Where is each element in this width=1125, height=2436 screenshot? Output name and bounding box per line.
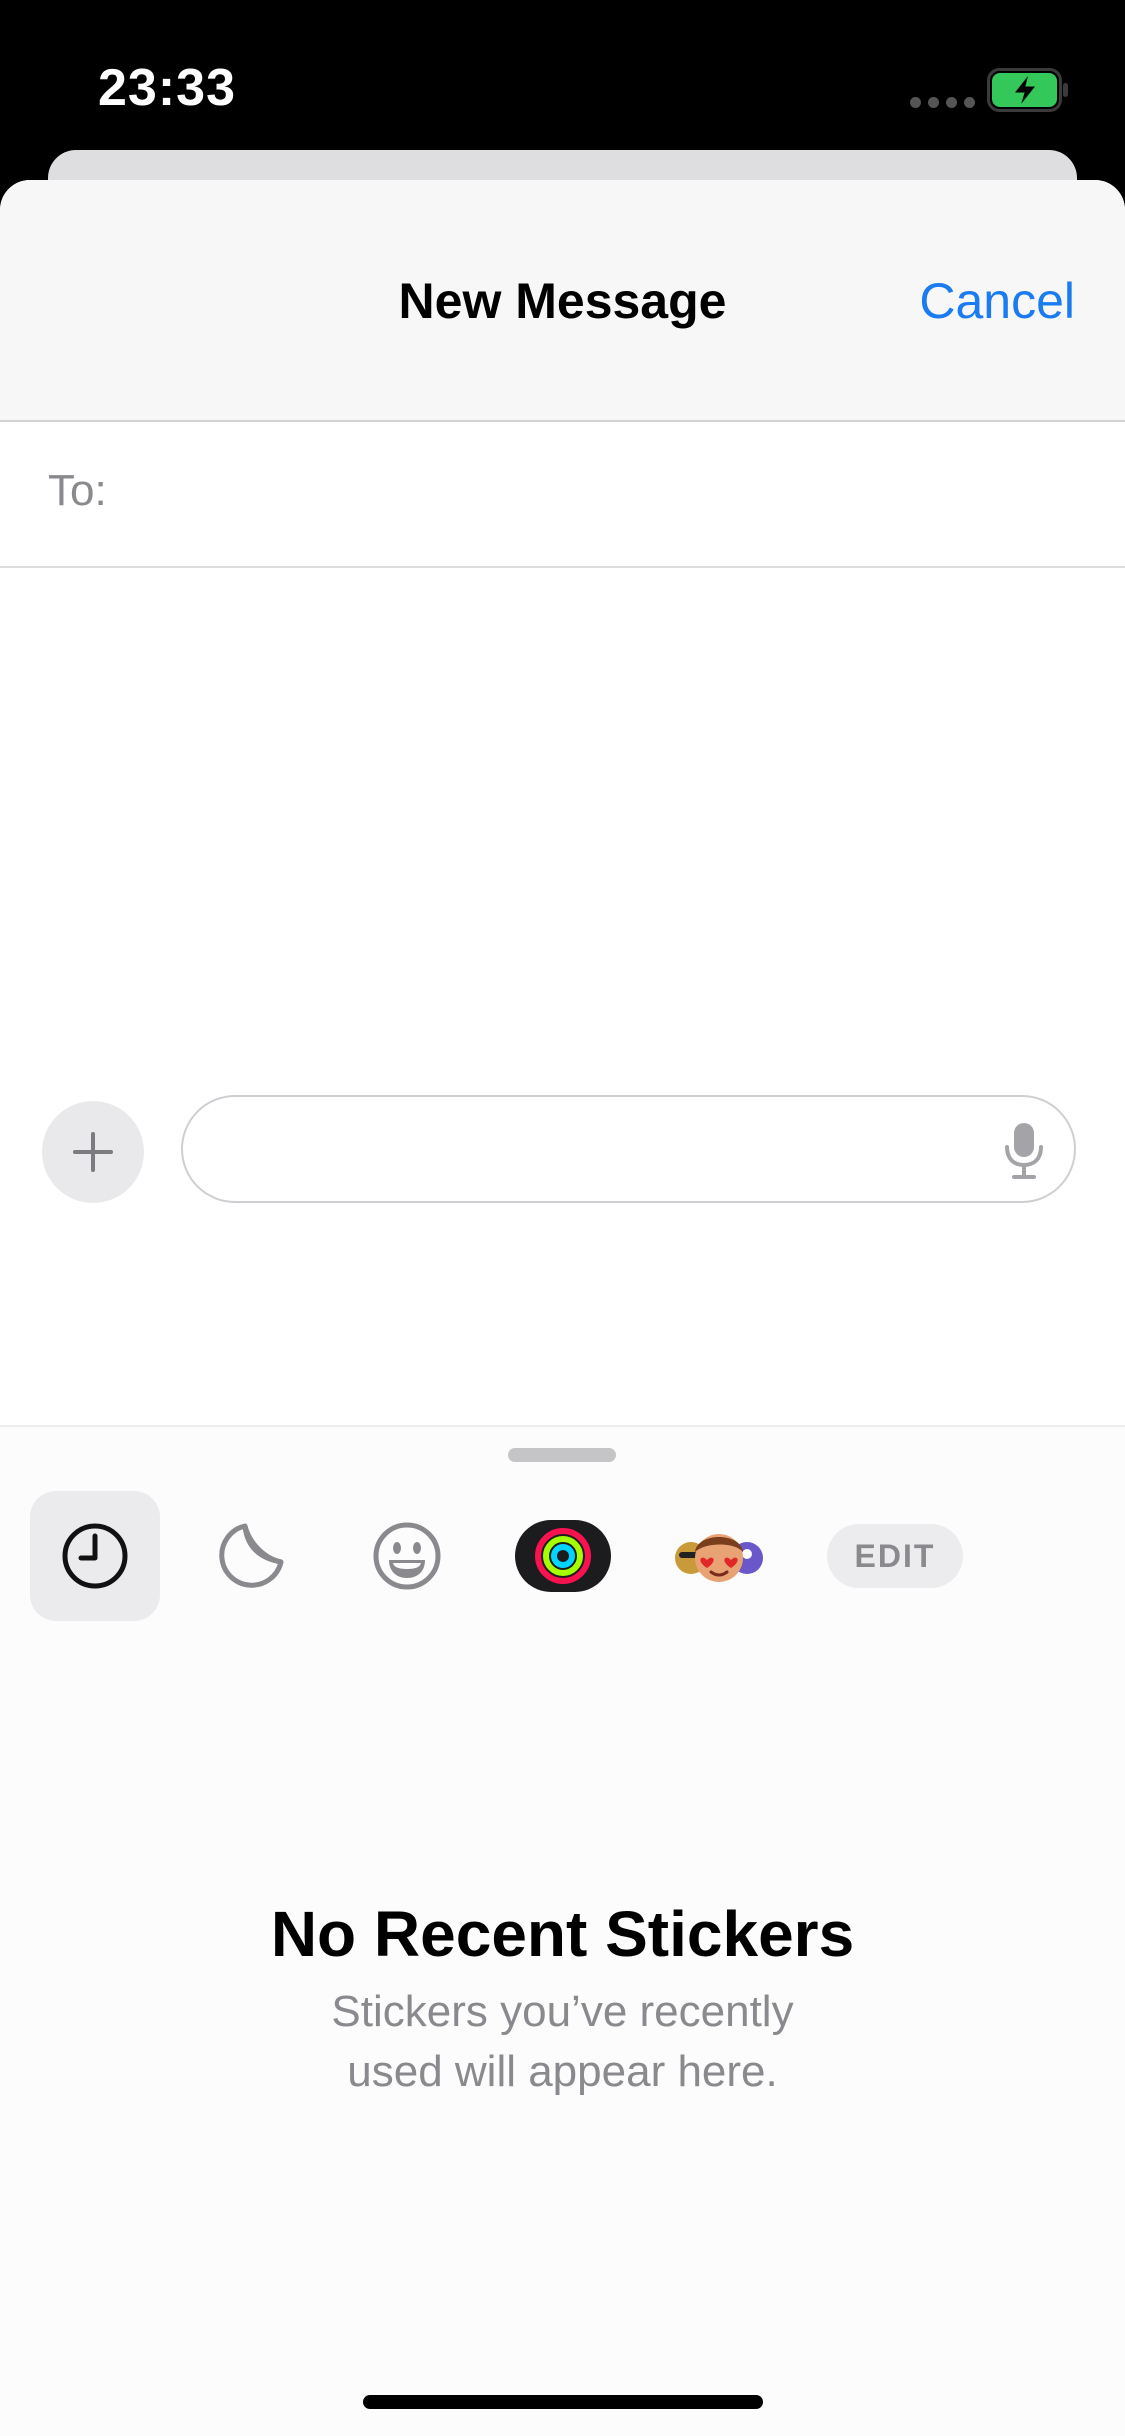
sticker-icon xyxy=(219,1523,284,1588)
tab-stickers[interactable] xyxy=(186,1491,316,1621)
tab-recent[interactable] xyxy=(30,1491,160,1621)
cancel-button[interactable]: Cancel xyxy=(919,272,1075,330)
status-time: 23:33 xyxy=(98,59,236,117)
apps-plus-button[interactable] xyxy=(42,1101,144,1203)
recipient-input[interactable] xyxy=(130,452,1074,534)
clock-icon xyxy=(62,1523,128,1589)
smiley-icon xyxy=(373,1522,441,1590)
edit-button[interactable]: EDIT xyxy=(827,1524,963,1588)
sticker-drawer: EDIT No Recent Stickers Stickers you’ve … xyxy=(0,1425,1125,2436)
empty-state-subtitle: Stickers you’ve recently used will appea… xyxy=(0,1982,1125,2102)
empty-state-line-2: used will appear here. xyxy=(347,2047,778,2096)
tab-activity[interactable] xyxy=(498,1491,628,1621)
tab-emoji[interactable] xyxy=(342,1491,472,1621)
microphone-icon[interactable] xyxy=(1002,1121,1046,1181)
message-field[interactable] xyxy=(181,1095,1076,1203)
memoji-icon xyxy=(675,1534,763,1582)
empty-state-title: No Recent Stickers xyxy=(270,1898,855,1970)
plus-icon xyxy=(73,1132,113,1172)
cellular-signal-icon xyxy=(910,97,975,108)
to-label: To: xyxy=(48,466,107,515)
empty-state-line-1: Stickers you’ve recently xyxy=(331,1987,794,2036)
tab-memoji[interactable] xyxy=(654,1491,784,1621)
home-indicator[interactable] xyxy=(363,2395,763,2409)
navigation-bar: New Message Cancel xyxy=(0,180,1125,422)
drawer-grabber[interactable] xyxy=(508,1448,616,1462)
recipient-row[interactable]: To: xyxy=(0,422,1125,568)
new-message-sheet: New Message Cancel To: EDIT No Recent St… xyxy=(0,180,1125,2436)
battery-charging-icon xyxy=(987,68,1068,112)
message-input[interactable] xyxy=(219,1117,983,1183)
activity-rings-icon xyxy=(515,1520,611,1592)
